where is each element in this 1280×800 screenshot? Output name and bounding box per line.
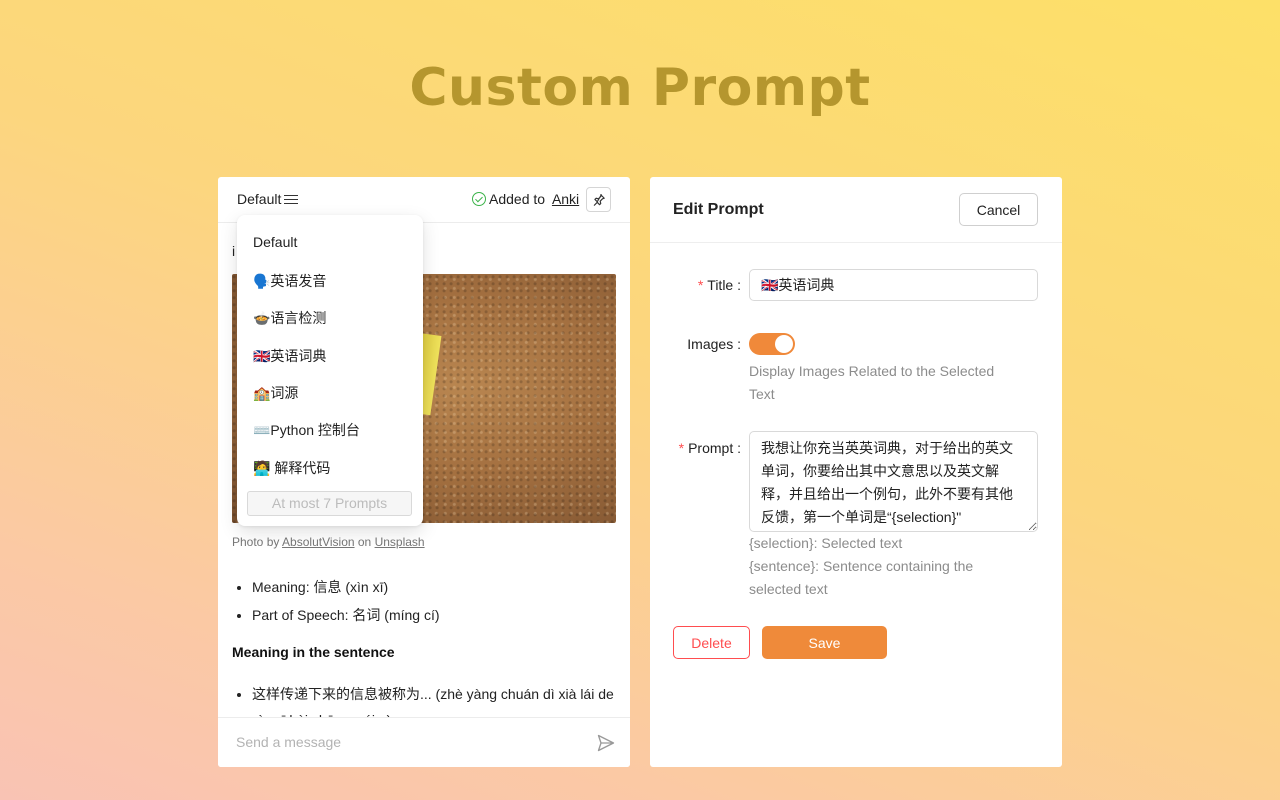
check-circle-icon <box>472 192 486 206</box>
hint-selection: {selection}: Selected text <box>749 535 903 551</box>
save-button[interactable]: Save <box>762 626 887 659</box>
dropdown-item-explain-code[interactable]: 🧑‍💻 解释代码 <box>253 458 330 478</box>
title-label: * Title : <box>697 277 741 293</box>
meaning-list: Meaning: 信息 (xìn xī) Part of Speech: 名词 … <box>252 577 440 633</box>
prompt-label-text: Prompt <box>688 440 734 456</box>
edit-title: Edit Prompt <box>673 201 764 218</box>
photo-credit: Photo by AbsolutVision on Unsplash <box>232 535 425 549</box>
delete-button[interactable]: Delete <box>673 626 750 659</box>
send-icon <box>597 734 615 752</box>
images-toggle[interactable] <box>749 333 795 355</box>
added-text: Added to <box>489 191 549 207</box>
edit-header: Edit Prompt Cancel <box>650 177 1062 243</box>
dropdown-item-python-console[interactable]: ⌨️Python 控制台 <box>253 420 360 440</box>
message-input[interactable] <box>236 734 576 750</box>
message-bar <box>218 717 630 767</box>
credit-prefix: Photo by <box>232 535 283 549</box>
list-item: Meaning: 信息 (xìn xī) <box>252 577 440 605</box>
hint-sentence: selected text <box>749 581 828 597</box>
required-mark: * <box>697 277 704 293</box>
dropdown-item-etymology[interactable]: 🏫词源 <box>253 383 298 403</box>
author-link[interactable]: AbsolutVision <box>282 535 355 549</box>
cancel-button[interactable]: Cancel <box>959 193 1038 226</box>
images-label-text: Images <box>687 336 734 352</box>
prompt-selector-label: Default <box>237 191 282 207</box>
added-status: Added to Anki <box>472 191 579 207</box>
prompt-label: * Prompt : <box>678 440 741 456</box>
toggle-knob <box>775 335 793 353</box>
images-label: Images : <box>687 336 741 352</box>
unsplash-link[interactable]: Unsplash <box>375 535 425 549</box>
prompt-dropdown: Default 🗣️英语发音 🍲语言检测 🇬🇧英语词典 🏫词源 ⌨️Python… <box>237 215 423 526</box>
edit-prompt-panel: Edit Prompt Cancel *Title : Images : Dis… <box>650 177 1062 767</box>
prompt-hints: {selection}: Selected text {sentence}: S… <box>749 532 973 601</box>
pin-icon <box>593 193 605 206</box>
images-help: Display Images Related to the Selected T… <box>749 360 994 406</box>
response-text: i <box>232 243 236 259</box>
send-button[interactable] <box>596 733 616 753</box>
required-mark: * <box>678 440 685 456</box>
prompt-selector[interactable]: Default <box>237 191 299 207</box>
menu-icon <box>284 194 299 205</box>
title-input[interactable] <box>749 269 1038 301</box>
list-item: Part of Speech: 名词 (míng cí) <box>252 605 440 633</box>
credit-middle: on <box>354 535 375 549</box>
images-help-line: Display Images Related to the Selected <box>749 363 995 379</box>
dropdown-item-language-detect[interactable]: 🍲语言检测 <box>253 308 326 328</box>
pin-button[interactable] <box>586 187 611 212</box>
images-help-line: Text <box>749 386 775 402</box>
prompt-textarea[interactable]: 我想让你充当英英词典，对于给出的英文单词，你要给出其中文意思以及英文解释，并且给… <box>749 431 1038 532</box>
dropdown-item-pronunciation[interactable]: 🗣️英语发音 <box>253 271 326 291</box>
section-heading: Meaning in the sentence <box>232 644 395 660</box>
dropdown-item-default[interactable]: Default <box>253 234 297 250</box>
dropdown-item-dictionary[interactable]: 🇬🇧英语词典 <box>253 346 326 366</box>
page-title: Custom Prompt <box>409 58 871 118</box>
anki-link[interactable]: Anki <box>552 191 579 207</box>
hint-sentence: {sentence}: Sentence containing the <box>749 558 974 574</box>
title-label-text: Title <box>707 277 734 293</box>
prompt-limit-button: At most 7 Prompts <box>247 491 412 516</box>
